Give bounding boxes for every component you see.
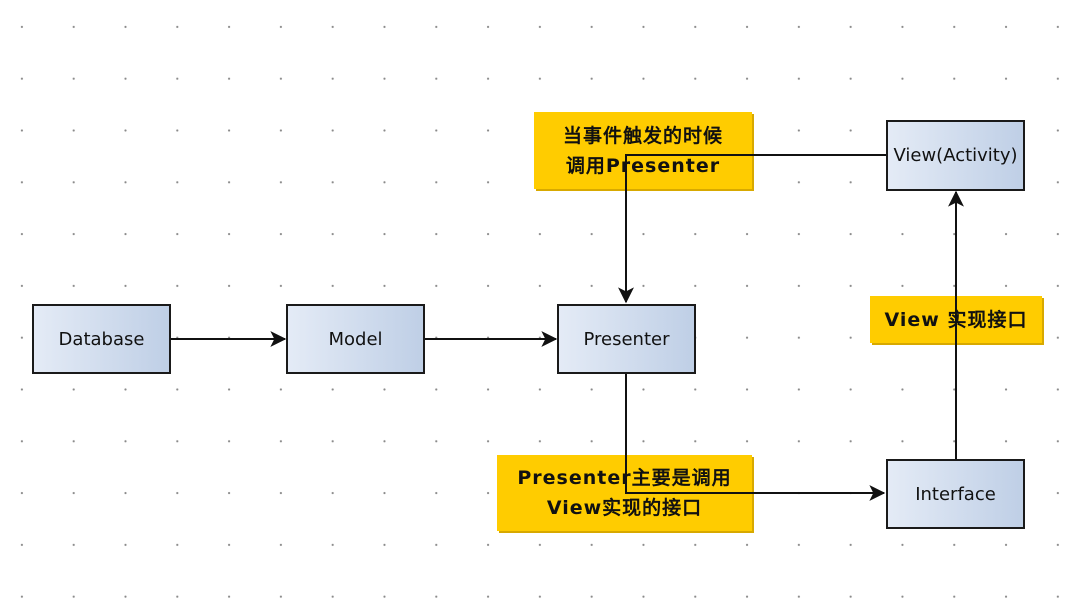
node-label: Presenter bbox=[583, 328, 670, 350]
node-label: Database bbox=[58, 328, 145, 350]
node-label: View(Activity) bbox=[893, 145, 1018, 166]
edge-presenter-interface[interactable] bbox=[625, 374, 886, 501]
node-presenter[interactable]: Presenter bbox=[557, 304, 696, 374]
node-model[interactable]: Model bbox=[286, 304, 425, 374]
node-label: Model bbox=[328, 328, 383, 350]
edge-view-presenter[interactable] bbox=[618, 154, 886, 304]
node-database[interactable]: Database bbox=[32, 304, 171, 374]
node-label: Interface bbox=[915, 483, 996, 505]
node-view-activity[interactable]: View(Activity) bbox=[886, 120, 1025, 191]
node-interface[interactable]: Interface bbox=[886, 459, 1025, 529]
